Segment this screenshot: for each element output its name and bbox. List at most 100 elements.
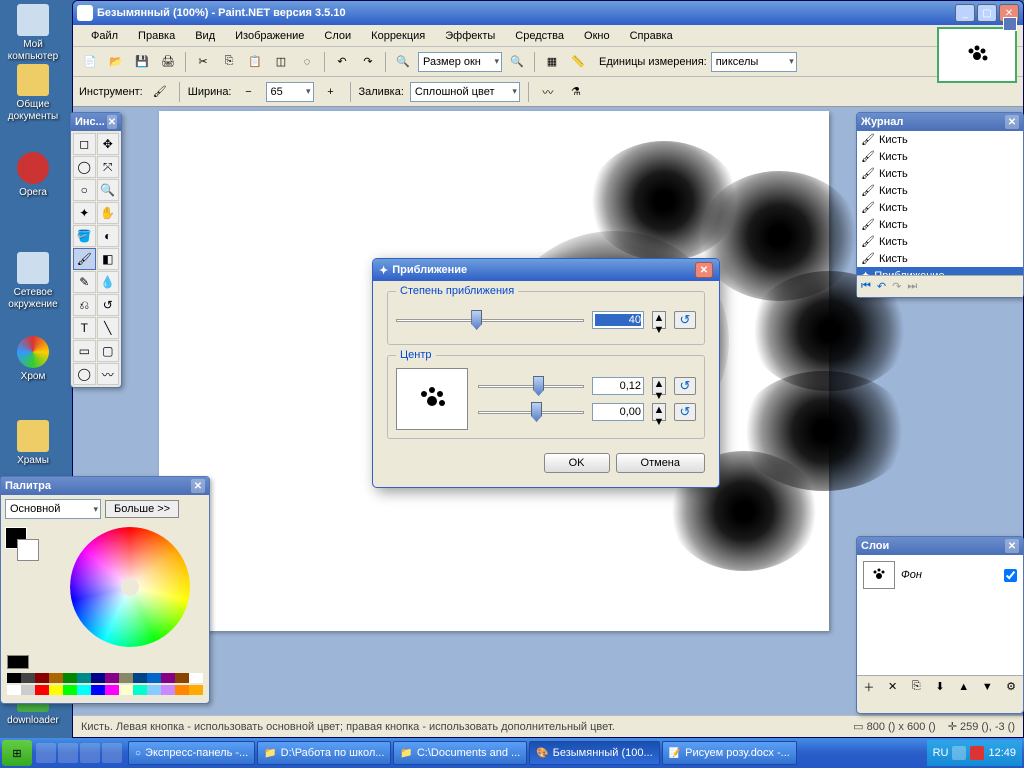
tool-roundrect[interactable]: ▢	[97, 340, 120, 362]
desktop-icon[interactable]: Храмы	[6, 420, 60, 466]
taskbar-task[interactable]: 📁 D:\Работа по школ...	[257, 741, 391, 765]
zoom-value-input[interactable]	[592, 311, 644, 329]
tool-pencil[interactable]: ✎	[73, 271, 96, 293]
tool-rect[interactable]: ▭	[73, 340, 96, 362]
history-item[interactable]: 🖌 Кисть	[857, 165, 1023, 182]
tool-gradient[interactable]: ◐	[97, 225, 120, 247]
save-button[interactable]: 💾	[131, 51, 153, 73]
history-list[interactable]: 🖌 Кисть 🖌 Кисть 🖌 Кисть 🖌 Кисть 🖌 Кисть …	[857, 131, 1023, 275]
tool-line[interactable]: ╲	[97, 317, 120, 339]
tool-move-sel[interactable]: ⤧	[97, 156, 120, 178]
tool-zoom[interactable]: 🔍	[97, 179, 120, 201]
crop-button[interactable]: ◫	[270, 51, 292, 73]
tool-pan[interactable]: ✋	[97, 202, 120, 224]
center-x-input[interactable]	[592, 377, 644, 395]
menu-effects[interactable]: Эффекты	[435, 27, 505, 45]
panel-close-icon[interactable]: ✕	[191, 479, 205, 493]
tool-wand[interactable]: ✦	[73, 202, 96, 224]
width-combo[interactable]: 65	[266, 82, 314, 102]
redo-button[interactable]: ↷	[357, 51, 379, 73]
copy-button[interactable]: ⎘	[218, 51, 240, 73]
document-thumbnail[interactable]	[937, 27, 1017, 83]
history-item[interactable]: 🖌 Кисть	[857, 250, 1023, 267]
quicklaunch-icon[interactable]	[80, 743, 100, 763]
desktop-icon[interactable]: Мой компьютер	[6, 4, 60, 62]
zoom-spinner[interactable]: ▲▼	[652, 311, 666, 329]
tray-clock[interactable]: 12:49	[988, 747, 1016, 759]
zoom-slider[interactable]	[396, 310, 584, 330]
menu-file[interactable]: Файл	[81, 27, 128, 45]
history-redo-button[interactable]: ↷	[892, 280, 901, 293]
desktop-icon[interactable]: Сетевое окружение	[6, 252, 60, 310]
zoom-reset-button[interactable]: ↺	[674, 311, 696, 329]
menu-layers[interactable]: Слои	[314, 27, 361, 45]
layer-down-button[interactable]: ▼	[976, 676, 998, 698]
history-undo-button[interactable]: ↶	[877, 280, 886, 293]
taskbar-task[interactable]: 📝 Рисуем розу.docx -...	[662, 741, 797, 765]
cancel-button[interactable]: Отмена	[616, 453, 705, 473]
center-x-reset-button[interactable]: ↺	[674, 377, 696, 395]
titlebar[interactable]: Безымянный (100%) - Paint.NET версия 3.5…	[73, 1, 1023, 25]
center-x-spinner[interactable]: ▲▼	[652, 377, 666, 395]
menu-help[interactable]: Справка	[620, 27, 683, 45]
layer-up-button[interactable]: ▲	[953, 676, 975, 698]
tool-text[interactable]: T	[73, 317, 96, 339]
tool-picker[interactable]: 💧	[97, 271, 120, 293]
center-y-spinner[interactable]: ▲▼	[652, 403, 666, 421]
panel-close-icon[interactable]: ✕	[1005, 115, 1019, 129]
history-item[interactable]: 🖌 Кисть	[857, 233, 1023, 250]
undo-button[interactable]: ↶	[331, 51, 353, 73]
zoom-combo[interactable]: Размер окн	[418, 52, 502, 72]
center-y-reset-button[interactable]: ↺	[674, 403, 696, 421]
new-button[interactable]: 📄	[79, 51, 101, 73]
taskbar-task[interactable]: 🎨 Безымянный (100...	[529, 741, 659, 765]
palette-row[interactable]	[7, 685, 203, 695]
tool-fill[interactable]: 🪣	[73, 225, 96, 247]
menu-edit[interactable]: Правка	[128, 27, 185, 45]
menu-view[interactable]: Вид	[185, 27, 225, 45]
blend-button[interactable]: ⚗	[565, 81, 587, 103]
grid-button[interactable]: ▦	[541, 51, 563, 73]
secondary-color[interactable]	[17, 539, 39, 561]
layer-add-button[interactable]: ＋	[858, 676, 880, 698]
layers-panel[interactable]: Слои✕ Фон ＋ ✕ ⎘ ⬇ ▲ ▼ ⚙	[856, 536, 1024, 714]
tool-clone[interactable]: ⎌	[73, 294, 96, 316]
tray-icon[interactable]	[952, 746, 966, 760]
layer-merge-button[interactable]: ⬇	[929, 676, 951, 698]
dialog-titlebar[interactable]: ✦ Приближение ✕	[373, 259, 719, 281]
zoom-out-button[interactable]: 🔍	[392, 51, 414, 73]
tool-brush[interactable]: 🖌	[73, 248, 96, 270]
tool-rect-select[interactable]: ◻	[73, 133, 96, 155]
quicklaunch-icon[interactable]	[36, 743, 56, 763]
tray-lang[interactable]: RU	[933, 747, 949, 759]
tool-freeform[interactable]: 〰	[97, 363, 120, 385]
quicklaunch-icon[interactable]	[58, 743, 78, 763]
fill-combo[interactable]: Сплошной цвет	[410, 82, 520, 102]
more-button[interactable]: Больше >>	[105, 500, 179, 518]
open-button[interactable]: 📂	[105, 51, 127, 73]
menu-window[interactable]: Окно	[574, 27, 620, 45]
desktop-icon[interactable]: Хром	[6, 336, 60, 382]
tool-ellipse[interactable]: ◯	[73, 363, 96, 385]
history-item[interactable]: 🖌 Кисть	[857, 148, 1023, 165]
taskbar-task[interactable]: 📁 C:\Documents and ...	[393, 741, 527, 765]
zoom-in-button[interactable]: 🔍	[506, 51, 528, 73]
dialog-close-button[interactable]: ✕	[695, 262, 713, 278]
ok-button[interactable]: OK	[544, 453, 610, 473]
menu-adjustments[interactable]: Коррекция	[361, 27, 435, 45]
tool-eraser[interactable]: ◧	[97, 248, 120, 270]
desktop-icon[interactable]: Общие документы	[6, 64, 60, 122]
tool-recolor[interactable]: ↺	[97, 294, 120, 316]
center-preview[interactable]: +	[396, 368, 468, 430]
color-mode-combo[interactable]: Основной	[5, 499, 101, 519]
history-rewind-button[interactable]: ⏮	[861, 280, 871, 293]
menu-image[interactable]: Изображение	[225, 27, 314, 45]
deselect-button[interactable]: ◌	[296, 51, 318, 73]
ruler-button[interactable]: 📏	[567, 51, 589, 73]
center-x-slider[interactable]	[478, 376, 584, 396]
antialias-button[interactable]: 〰	[537, 81, 559, 103]
history-ff-button[interactable]: ⏭	[907, 280, 917, 293]
width-dec-button[interactable]: −	[238, 81, 260, 103]
history-item[interactable]: 🖌 Кисть	[857, 199, 1023, 216]
system-tray[interactable]: RU 12:49	[927, 740, 1022, 766]
